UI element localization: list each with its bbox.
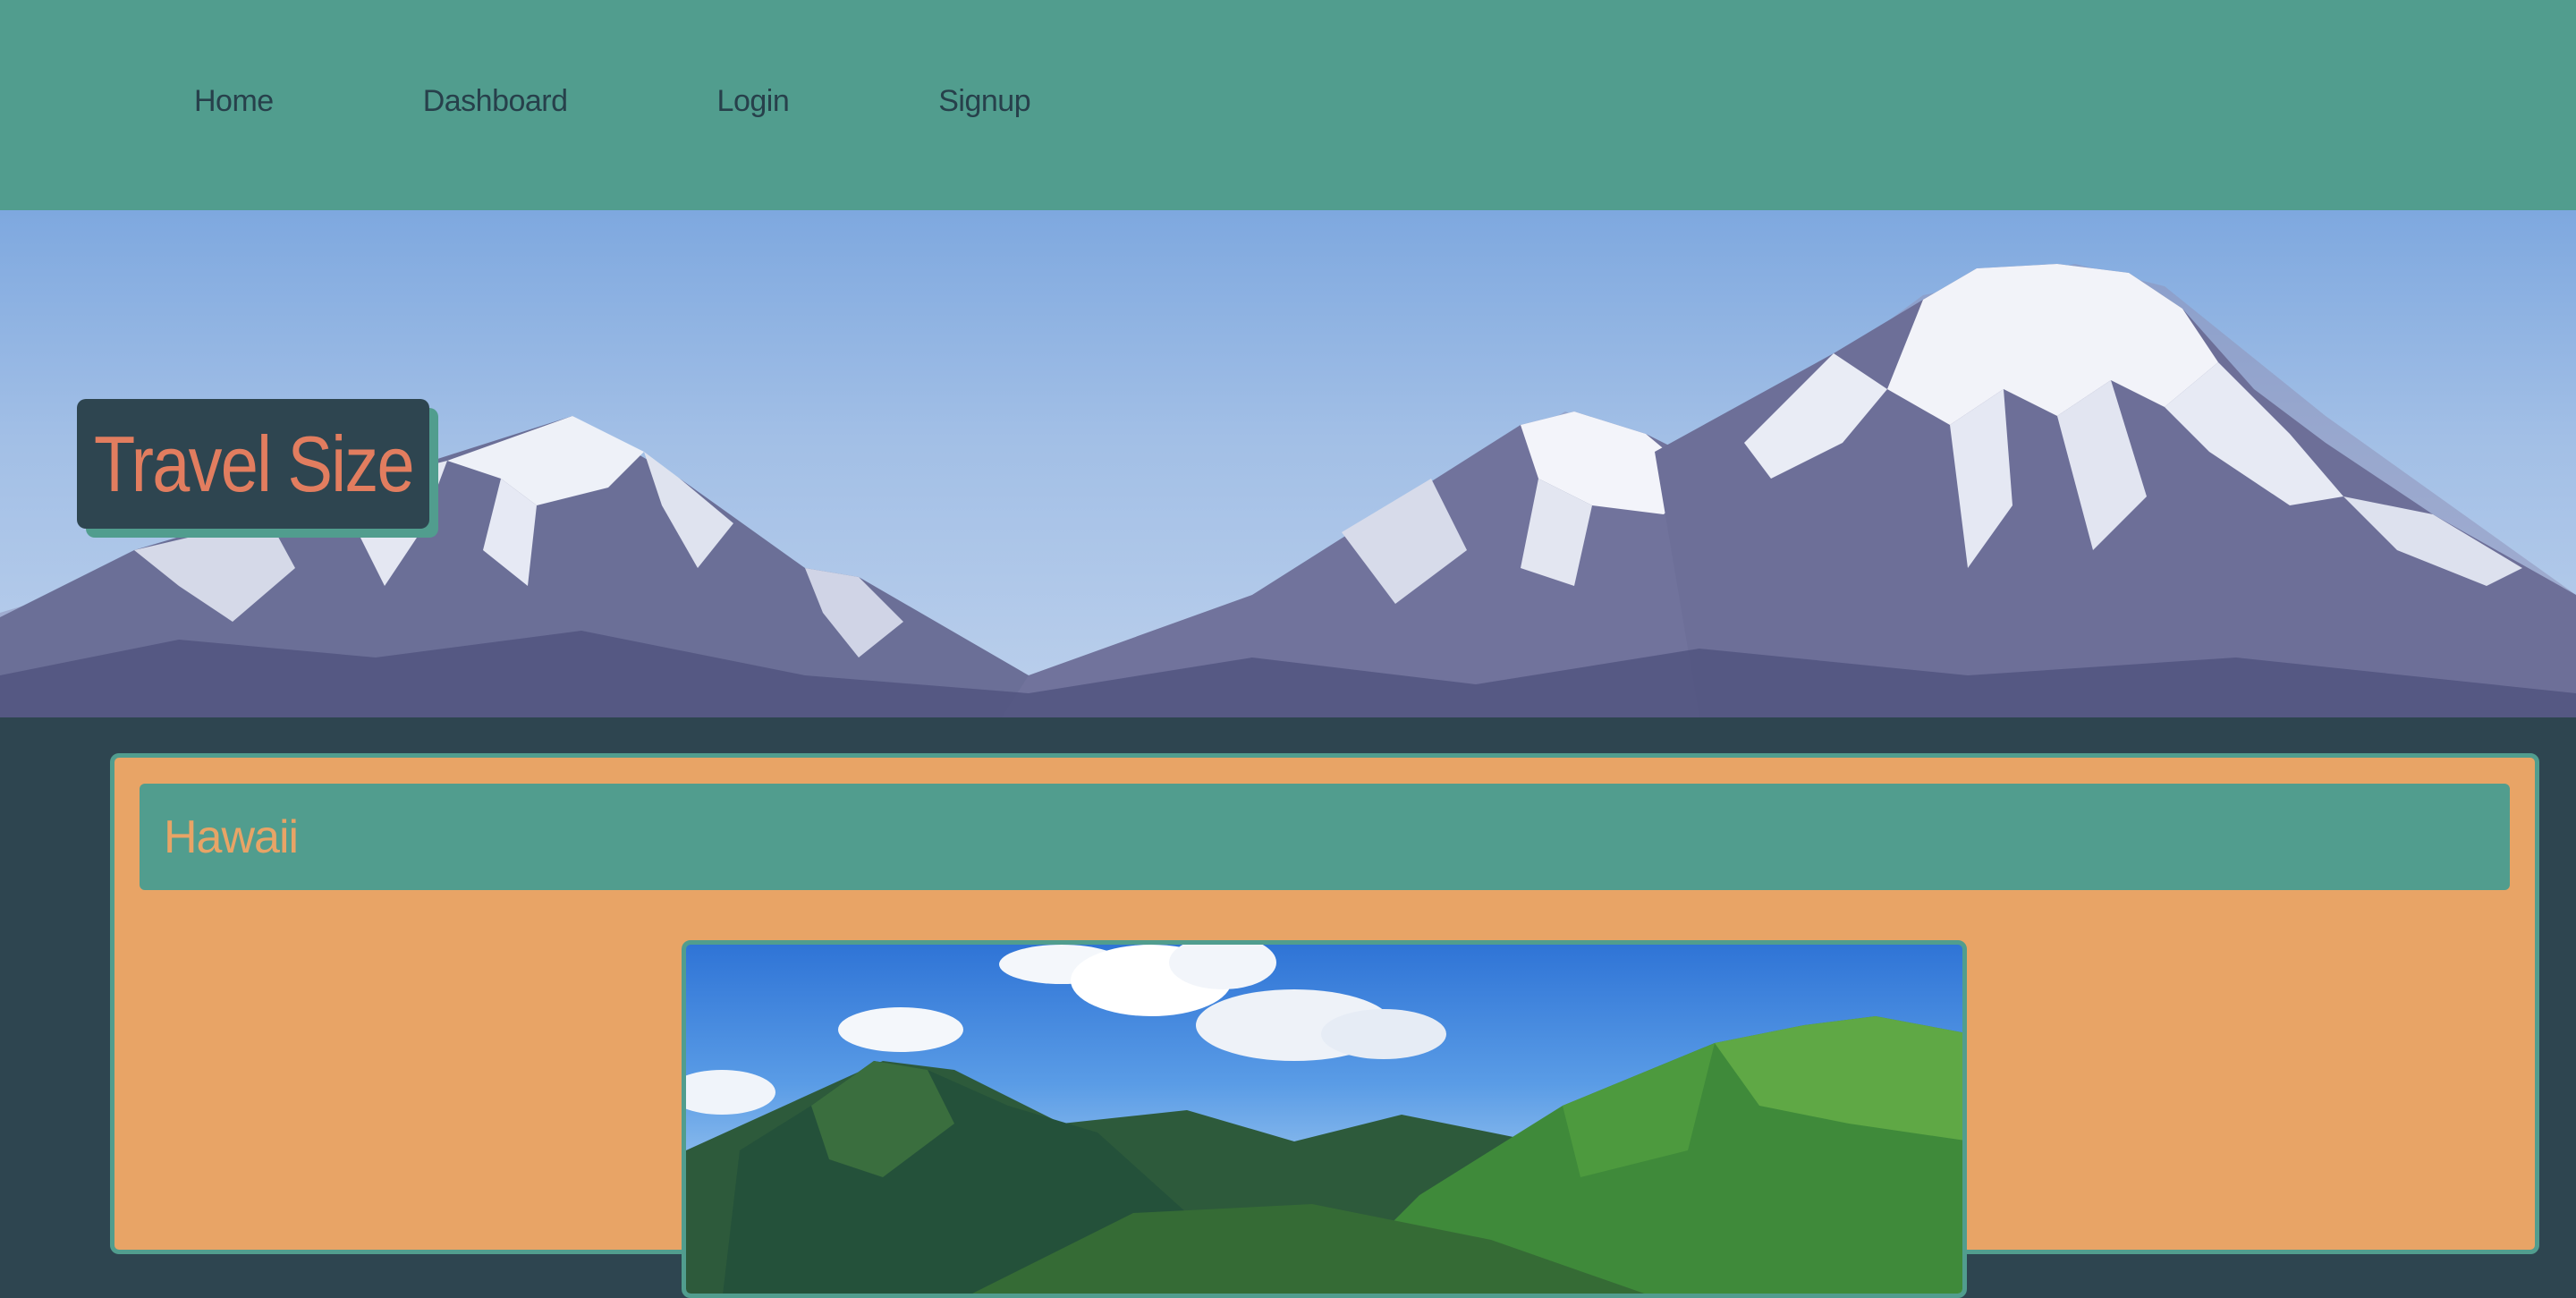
nav-item-home: Home [194, 84, 274, 119]
nav-item-login: Login [717, 84, 790, 119]
nav-link-login[interactable]: Login [717, 84, 790, 119]
nav-list: Home Dashboard Login Signup [194, 84, 1031, 119]
destination-card: Hawaii [110, 753, 2539, 1298]
nav-item-signup: Signup [938, 84, 1030, 119]
nav-item-dashboard: Dashboard [423, 84, 568, 119]
brand-logo-box[interactable]: Travel Size [77, 399, 429, 529]
top-navbar: Home Dashboard Login Signup [0, 0, 2576, 210]
card-header: Hawaii [140, 784, 2510, 890]
destination-title: Hawaii [164, 810, 299, 863]
nav-link-dashboard[interactable]: Dashboard [423, 84, 568, 119]
brand-title: Travel Size [93, 419, 415, 508]
destination-photo [682, 940, 1967, 1298]
hero-banner: Travel Size [0, 210, 2576, 717]
hawaii-valley-image [686, 945, 1962, 1294]
nav-link-home[interactable]: Home [194, 84, 274, 119]
nav-link-signup[interactable]: Signup [938, 84, 1030, 119]
